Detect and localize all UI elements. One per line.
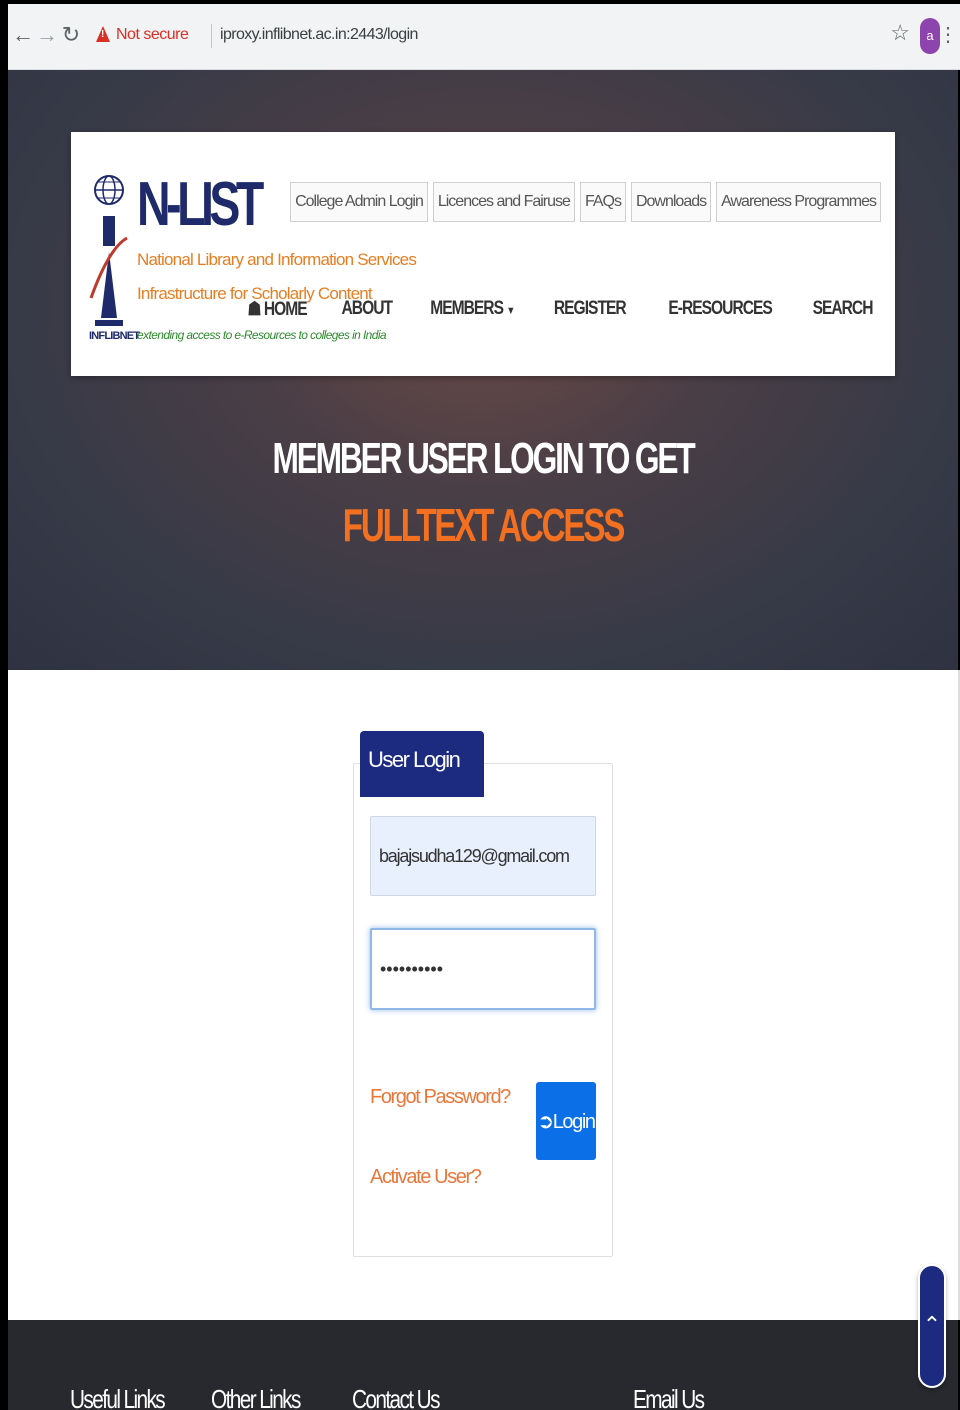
warning-icon[interactable] [96,26,110,42]
nav-e-resources[interactable]: E-RESOURCES [668,298,772,321]
nav-members-label: MEMBERS [430,298,504,319]
not-secure-label[interactable]: Not secure [116,26,189,44]
url-text[interactable]: iproxy.inflibnet.ac.in:2443/login [220,26,418,44]
bookmark-star-icon[interactable]: ☆ [890,20,910,46]
link-college-admin-login[interactable]: College Admin Login [290,182,428,222]
nav-home-label: HOME [263,299,308,320]
hero-subheading: FULLTEXT ACCESS [342,499,626,551]
footer-other-links-heading: Other Links [211,1384,301,1410]
menu-kebab-icon[interactable]: ⋮ [938,20,958,50]
forgot-password-link[interactable]: Forgot Password? [370,1086,511,1109]
link-downloads[interactable]: Downloads [630,182,712,222]
browser-toolbar: ← → ↻ Not secure iproxy.inflibnet.ac.in:… [8,4,960,70]
nav-about[interactable]: ABOUT [342,298,393,321]
nav-members[interactable]: MEMBERS ▼ [430,298,515,321]
address-separator [211,24,212,48]
main-nav: ☗ HOME ABOUT MEMBERS ▼ REGISTER E-RESOUR… [241,298,879,321]
top-links: College Admin Login Licences and Fairuse… [290,182,881,222]
footer-useful-links-heading: Useful Links [70,1384,166,1410]
caret-down-icon: ▼ [506,305,515,317]
scroll-to-top-button[interactable]: ⌃ [918,1264,946,1388]
email-field[interactable] [370,816,596,896]
link-awareness-programmes[interactable]: Awareness Programmes [716,182,881,222]
sign-in-icon: ➲ [537,1110,554,1133]
profile-avatar[interactable]: a [920,18,940,54]
activate-user-link[interactable]: Activate User? [370,1166,482,1189]
emblem-label: INFLIBNET [89,330,140,342]
password-field[interactable] [370,928,596,1010]
login-button-label: Login [552,1110,596,1133]
forward-arrow-icon[interactable]: → [36,20,58,50]
inflibnet-emblem-icon[interactable] [89,168,129,348]
site-brand[interactable]: N-LIST [137,174,264,236]
home-icon: ☗ [247,299,262,320]
site-header: N-LIST National Library and Information … [71,132,895,376]
reload-icon[interactable]: ↻ [60,20,82,50]
footer: Useful Links Other Links Contact Us Emai… [8,1320,958,1410]
chevron-up-icon: ⌃ [922,1312,942,1337]
address-bar[interactable]: Not secure iproxy.inflibnet.ac.in:2443/l… [86,14,916,58]
footer-email-us-heading: Email Us [633,1384,705,1410]
screen: ← → ↻ Not secure iproxy.inflibnet.ac.in:… [0,0,960,1410]
nav-search[interactable]: SEARCH [813,298,874,321]
back-arrow-icon[interactable]: ← [12,20,34,50]
user-login-tab[interactable]: User Login [360,731,484,797]
link-licences-and-fairuse[interactable]: Licences and Fairuse [432,182,575,222]
footer-contact-us-heading: Contact Us [352,1384,440,1410]
nav-home[interactable]: ☗ HOME [247,298,308,321]
hero-heading: MEMBER USER LOGIN TO GET [272,434,695,483]
tagline-line3: extending access to e-Resources to colle… [137,328,387,342]
nav-register[interactable]: REGISTER [554,298,627,321]
login-button[interactable]: ➲Login [536,1082,596,1160]
link-faqs[interactable]: FAQs [579,182,626,222]
login-section: User Login Forgot Password? Activate Use… [8,670,958,1320]
hero-banner: N-LIST National Library and Information … [8,70,958,670]
tagline-line1: National Library and Information Service… [137,250,417,269]
